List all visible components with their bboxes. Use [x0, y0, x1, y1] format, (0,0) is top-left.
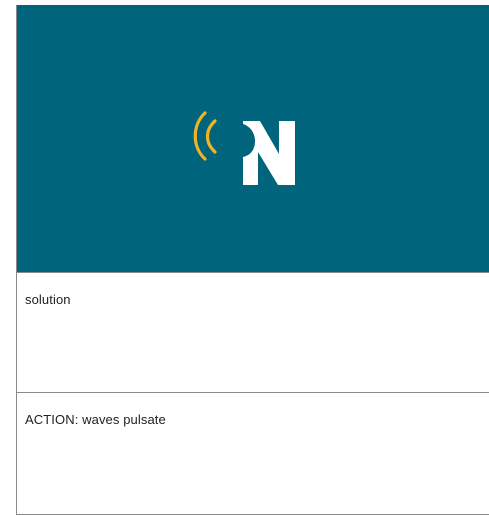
storyboard-frame: solution ACTION: waves pulsate	[16, 5, 489, 515]
outer-wave-icon	[193, 111, 207, 161]
inner-wave-icon	[205, 119, 217, 154]
panel-divider	[17, 272, 489, 273]
panel-divider	[17, 392, 489, 393]
n-letter-icon	[243, 121, 295, 185]
panel-label-solution: solution	[25, 292, 71, 307]
logo-banner	[17, 5, 489, 272]
panel-label-action: ACTION: waves pulsate	[25, 412, 166, 427]
signal-waves-n-logo-icon	[191, 111, 301, 191]
